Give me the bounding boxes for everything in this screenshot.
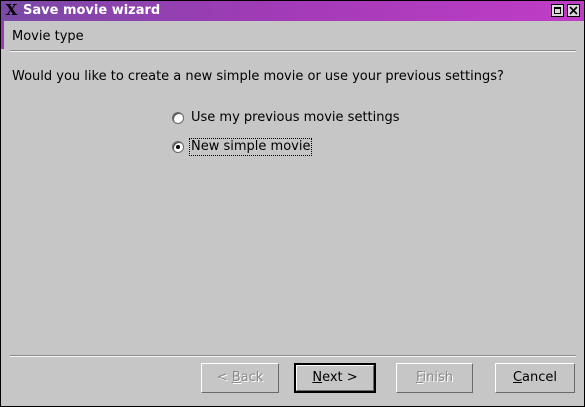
title-bar[interactable]: X Save movie wizard bbox=[1, 1, 584, 21]
option-label[interactable]: New simple movie bbox=[189, 138, 313, 156]
next-label: Next > bbox=[312, 370, 358, 385]
window-title: Save movie wizard bbox=[23, 3, 161, 18]
footer-divider bbox=[10, 355, 576, 357]
close-icon bbox=[569, 6, 578, 15]
save-movie-wizard-window: X Save movie wizard Movie type Would you… bbox=[0, 0, 585, 407]
option-label[interactable]: Use my previous movie settings bbox=[189, 109, 402, 127]
radio-new-simple-movie[interactable] bbox=[172, 141, 184, 153]
radio-previous-settings[interactable] bbox=[172, 112, 184, 124]
maximize-icon bbox=[554, 7, 561, 14]
header-accent bbox=[1, 21, 4, 49]
page-title: Movie type bbox=[12, 29, 84, 44]
close-button[interactable] bbox=[567, 4, 580, 17]
cancel-button[interactable]: Cancel bbox=[495, 363, 575, 393]
header-divider bbox=[10, 50, 576, 52]
question-text: Would you like to create a new simple mo… bbox=[12, 69, 504, 84]
x-logo-icon[interactable]: X bbox=[4, 3, 19, 18]
finish-button[interactable]: Finish bbox=[396, 363, 473, 393]
back-label: < Back bbox=[216, 370, 264, 385]
back-button[interactable]: < Back bbox=[201, 363, 279, 393]
cancel-label: Cancel bbox=[512, 370, 558, 385]
next-button[interactable]: Next > bbox=[294, 363, 376, 393]
finish-label: Finish bbox=[415, 370, 454, 385]
maximize-button[interactable] bbox=[551, 4, 564, 17]
